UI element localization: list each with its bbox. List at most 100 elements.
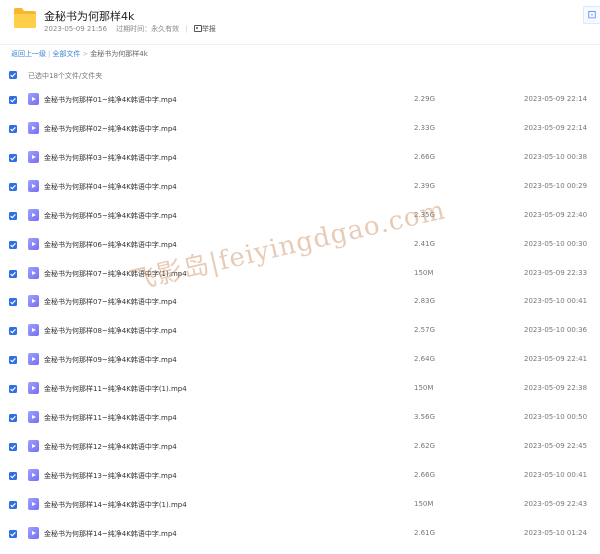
file-size: 2.57G [414, 326, 436, 334]
breadcrumb-current: 金秘书为何那样4k [90, 50, 148, 58]
file-checkbox[interactable] [9, 414, 17, 422]
file-row[interactable]: 金秘书为何那样12~纯净4K韩语中字.mp4 2.62G 2023-05-09 22… [0, 436, 600, 458]
file-name[interactable]: 金秘书为何那样14~纯净4K韩语中字.mp4 [44, 529, 177, 539]
file-name[interactable]: 金秘书为何那样05~纯净4K韩语中字.mp4 [44, 211, 177, 221]
file-checkbox[interactable] [9, 385, 17, 393]
breadcrumb-back[interactable]: 返回上一级 [11, 50, 46, 58]
video-file-icon [28, 469, 39, 481]
file-date: 2023-05-09 22:38 [524, 384, 588, 392]
file-name[interactable]: 金秘书为何那样08~纯净4K韩语中字.mp4 [44, 326, 177, 336]
share-meta: 2023-05-09 21:56 过期时间：永久有效 | 举报 [44, 25, 216, 33]
file-date: 2023-05-09 22:14 [524, 95, 588, 103]
file-checkbox[interactable] [9, 183, 17, 191]
file-name[interactable]: 金秘书为何那样07~纯净4K韩语中字.mp4 [44, 297, 177, 307]
file-name[interactable]: 金秘书为何那样11~纯净4K韩语中字(1).mp4 [44, 384, 187, 394]
file-name[interactable]: 金秘书为何那样14~纯净4K韩语中字(1).mp4 [44, 500, 187, 510]
file-date: 2023-05-10 00:41 [524, 471, 588, 479]
video-file-icon [28, 440, 39, 452]
file-row[interactable]: 金秘书为何那样03~纯净4K韩语中字.mp4 2.66G 2023-05-10 00… [0, 147, 600, 169]
file-size: 2.41G [414, 240, 436, 248]
file-row[interactable]: 金秘书为何那样14~纯净4K韩语中字(1).mp4 150M 2023-05-09 … [0, 494, 600, 516]
file-row[interactable]: 金秘书为何那样07~纯净4K韩语中字(1).mp4 150M 2023-05-09 … [0, 263, 600, 285]
file-checkbox[interactable] [9, 96, 17, 104]
check-icon [10, 184, 16, 190]
file-row[interactable]: 金秘书为何那样14~纯净4K韩语中字.mp4 2.61G 2023-05-10 01… [0, 523, 600, 545]
expiry-label: 过期时间： [116, 25, 152, 33]
breadcrumb-all-files[interactable]: 全部文件 [52, 50, 80, 58]
video-file-icon [28, 324, 39, 336]
file-size: 150M [414, 269, 434, 277]
file-size: 2.33G [414, 124, 436, 132]
video-file-icon [28, 498, 39, 510]
file-row[interactable]: 金秘书为何那样01~纯净4K韩语中字.mp4 2.29G 2023-05-09 22… [0, 89, 600, 111]
file-row[interactable]: 金秘书为何那样04~纯净4K韩语中字.mp4 2.39G 2023-05-10 00… [0, 176, 600, 198]
check-icon [10, 357, 16, 363]
file-name[interactable]: 金秘书为何那样12~纯净4K韩语中字.mp4 [44, 442, 177, 452]
file-checkbox[interactable] [9, 270, 17, 278]
video-file-icon [28, 382, 39, 394]
file-name[interactable]: 金秘书为何那样02~纯净4K韩语中字.mp4 [44, 124, 177, 134]
file-row[interactable]: 金秘书为何那样08~纯净4K韩语中字.mp4 2.57G 2023-05-10 00… [0, 320, 600, 342]
share-date: 2023-05-09 21:56 [44, 25, 108, 33]
file-checkbox[interactable] [9, 443, 17, 451]
file-size: 2.66G [414, 153, 436, 161]
file-row[interactable]: 金秘书为何那样07~纯净4K韩语中字.mp4 2.83G 2023-05-10 00… [0, 291, 600, 313]
folder-icon [14, 8, 36, 28]
save-to-drive-icon: ⊡ [587, 8, 597, 21]
file-row[interactable]: 金秘书为何那样13~纯净4K韩语中字.mp4 2.66G 2023-05-10 00… [0, 465, 600, 487]
check-icon [10, 299, 16, 305]
file-checkbox[interactable] [9, 472, 17, 480]
video-file-icon [28, 238, 39, 250]
video-file-icon [28, 151, 39, 163]
file-checkbox[interactable] [9, 501, 17, 509]
check-icon [10, 155, 16, 161]
check-icon [10, 502, 16, 508]
check-icon [10, 271, 16, 277]
file-checkbox[interactable] [9, 530, 17, 538]
report-button[interactable]: 举报 [193, 25, 216, 33]
check-icon [10, 386, 16, 392]
file-size: 2.64G [414, 355, 436, 363]
header-divider [0, 44, 600, 45]
file-checkbox[interactable] [9, 241, 17, 249]
share-title: 金秘书为何那样4k [44, 10, 135, 23]
file-date: 2023-05-10 00:38 [524, 153, 588, 161]
file-date: 2023-05-09 22:14 [524, 124, 588, 132]
file-row[interactable]: 金秘书为何那样11~纯净4K韩语中字(1).mp4 150M 2023-05-09 … [0, 378, 600, 400]
file-name[interactable]: 金秘书为何那样04~纯净4K韩语中字.mp4 [44, 182, 177, 192]
select-all-checkbox[interactable] [9, 71, 17, 79]
file-name[interactable]: 金秘书为何那样09~纯净4K韩语中字.mp4 [44, 355, 177, 365]
file-checkbox[interactable] [9, 212, 17, 220]
file-row[interactable]: 金秘书为何那样09~纯净4K韩语中字.mp4 2.64G 2023-05-09 22… [0, 349, 600, 371]
save-button[interactable]: ⊡ [583, 6, 600, 24]
file-size: 3.56G [414, 413, 436, 421]
file-checkbox[interactable] [9, 356, 17, 364]
report-label: 举报 [201, 25, 216, 33]
video-file-icon [28, 527, 39, 539]
file-size: 150M [414, 384, 434, 392]
check-icon [10, 97, 16, 103]
file-row[interactable]: 金秘书为何那样02~纯净4K韩语中字.mp4 2.33G 2023-05-09 22… [0, 118, 600, 140]
file-size: 2.29G [414, 95, 436, 103]
file-date: 2023-05-09 22:41 [524, 355, 588, 363]
video-file-icon [28, 209, 39, 221]
file-checkbox[interactable] [9, 154, 17, 162]
file-checkbox[interactable] [9, 125, 17, 133]
file-checkbox[interactable] [9, 327, 17, 335]
camera-icon [193, 25, 202, 32]
file-name[interactable]: 金秘书为何那样11~纯净4K韩语中字.mp4 [44, 413, 177, 423]
file-name[interactable]: 金秘书为何那样13~纯净4K韩语中字.mp4 [44, 471, 177, 481]
file-name[interactable]: 金秘书为何那样03~纯净4K韩语中字.mp4 [44, 153, 177, 163]
file-date: 2023-05-10 01:24 [524, 529, 588, 537]
check-icon [10, 72, 16, 78]
file-size: 150M [414, 500, 434, 508]
file-date: 2023-05-10 00:41 [524, 297, 588, 305]
file-date: 2023-05-09 22:45 [524, 442, 588, 450]
file-name[interactable]: 金秘书为何那样01~纯净4K韩语中字.mp4 [44, 95, 177, 105]
file-checkbox[interactable] [9, 298, 17, 306]
file-row[interactable]: 金秘书为何那样11~纯净4K韩语中字.mp4 3.56G 2023-05-10 00… [0, 407, 600, 429]
breadcrumb: 返回上一级 | 全部文件 > 金秘书为何那样4k [11, 50, 148, 58]
file-name[interactable]: 金秘书为何那样06~纯净4K韩语中字.mp4 [44, 240, 177, 250]
check-icon [10, 415, 16, 421]
check-icon [10, 242, 16, 248]
